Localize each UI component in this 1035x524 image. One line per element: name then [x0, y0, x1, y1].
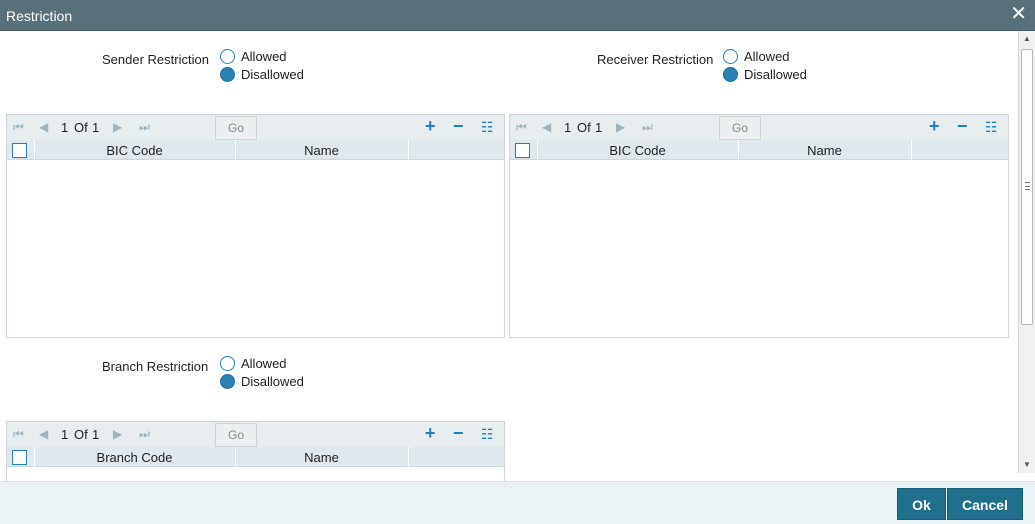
go-button[interactable]: Go — [719, 116, 761, 140]
branch-disallowed-radio[interactable] — [220, 374, 235, 389]
grid-header: Branch Code Name — [7, 447, 504, 467]
branch-restriction-label: Branch Restriction — [102, 359, 209, 374]
scroll-down-icon[interactable]: ▼ — [1019, 457, 1035, 473]
page-of: Of — [577, 120, 591, 135]
receiver-bic-grid: ⏮ ◀ 1 Of 1 ▶ ⏭ Go + − ☷ BIC Code Name — [509, 114, 1009, 338]
last-page-icon[interactable]: ⏭ — [642, 120, 653, 135]
sender-bic-grid: ⏮ ◀ 1 Of 1 ▶ ⏭ Go + − ☷ BIC Code Name — [6, 114, 505, 338]
first-page-icon[interactable]: ⏮ — [13, 120, 24, 135]
vertical-scrollbar[interactable]: ▲ ▼ — [1018, 31, 1035, 473]
prev-page-icon[interactable]: ◀ — [542, 120, 551, 134]
receiver-disallowed-option[interactable]: Disallowed — [723, 67, 807, 82]
grid-toolbar: ⏮ ◀ 1 Of 1 ▶ ⏭ Go + − ☷ — [510, 115, 1008, 140]
first-page-icon[interactable]: ⏮ — [516, 120, 527, 135]
sender-restriction-label: Sender Restriction — [102, 52, 209, 67]
select-all-checkbox[interactable] — [12, 450, 27, 465]
branch-allowed-option[interactable]: Allowed — [220, 356, 287, 371]
select-all-checkbox[interactable] — [515, 143, 530, 158]
receiver-disallowed-radio[interactable] — [723, 67, 738, 82]
column-name[interactable]: Name — [738, 143, 911, 158]
dialog-content: Sender Restriction Allowed Disallowed Re… — [0, 31, 1018, 481]
column-divider — [408, 447, 409, 467]
page-total: 1 — [92, 120, 100, 135]
page-total: 1 — [595, 120, 603, 135]
page-of: Of — [74, 427, 88, 442]
branch-code-grid: ⏮ ◀ 1 Of 1 ▶ ⏭ Go + − ☷ Branch Code Name — [6, 421, 505, 481]
prev-page-icon[interactable]: ◀ — [39, 120, 48, 134]
select-all-checkbox[interactable] — [12, 143, 27, 158]
remove-row-icon[interactable]: − — [453, 423, 464, 444]
ok-button[interactable]: Ok — [897, 488, 946, 520]
sender-allowed-option[interactable]: Allowed — [220, 49, 287, 64]
branch-allowed-radio[interactable] — [220, 356, 235, 371]
sender-allowed-radio[interactable] — [220, 49, 235, 64]
branch-disallowed-label: Disallowed — [241, 374, 304, 389]
title-bar: Restriction ✕ — [0, 0, 1035, 31]
add-row-icon[interactable]: + — [929, 116, 940, 137]
page-current: 1 — [61, 427, 69, 442]
window-title: Restriction — [6, 8, 73, 24]
scrollbar-thumb[interactable] — [1021, 49, 1033, 325]
add-row-icon[interactable]: + — [425, 116, 436, 137]
dialog-footer: Ok Cancel — [0, 481, 1035, 524]
last-page-icon[interactable]: ⏭ — [139, 120, 150, 135]
scroll-up-icon[interactable]: ▲ — [1019, 31, 1035, 47]
next-page-icon[interactable]: ▶ — [113, 427, 122, 441]
column-name[interactable]: Name — [235, 143, 408, 158]
receiver-restriction-label: Receiver Restriction — [597, 52, 714, 67]
sender-allowed-label: Allowed — [241, 49, 287, 64]
remove-row-icon[interactable]: − — [957, 116, 968, 137]
column-divider — [408, 140, 409, 160]
go-button[interactable]: Go — [215, 423, 257, 447]
list-view-icon[interactable]: ☷ — [481, 119, 494, 136]
column-bic-code[interactable]: BIC Code — [537, 143, 738, 158]
remove-row-icon[interactable]: − — [453, 116, 464, 137]
sender-disallowed-option[interactable]: Disallowed — [220, 67, 304, 82]
list-view-icon[interactable]: ☷ — [481, 426, 494, 443]
page-of: Of — [74, 120, 88, 135]
go-button[interactable]: Go — [215, 116, 257, 140]
grid-header: BIC Code Name — [510, 140, 1008, 160]
column-bic-code[interactable]: BIC Code — [34, 143, 235, 158]
last-page-icon[interactable]: ⏭ — [139, 427, 150, 442]
receiver-allowed-label: Allowed — [744, 49, 790, 64]
branch-disallowed-option[interactable]: Disallowed — [220, 374, 304, 389]
cancel-button[interactable]: Cancel — [947, 488, 1023, 520]
first-page-icon[interactable]: ⏮ — [13, 427, 24, 442]
page-total: 1 — [92, 427, 100, 442]
grid-header: BIC Code Name — [7, 140, 504, 160]
column-divider — [911, 140, 912, 160]
list-view-icon[interactable]: ☷ — [985, 119, 998, 136]
receiver-allowed-option[interactable]: Allowed — [723, 49, 790, 64]
receiver-disallowed-label: Disallowed — [744, 67, 807, 82]
sender-disallowed-radio[interactable] — [220, 67, 235, 82]
close-icon[interactable]: ✕ — [1010, 3, 1027, 25]
branch-allowed-label: Allowed — [241, 356, 287, 371]
page-current: 1 — [564, 120, 572, 135]
receiver-allowed-radio[interactable] — [723, 49, 738, 64]
grid-toolbar: ⏮ ◀ 1 Of 1 ▶ ⏭ Go + − ☷ — [7, 115, 504, 140]
column-branch-code[interactable]: Branch Code — [34, 450, 235, 465]
grid-toolbar: ⏮ ◀ 1 Of 1 ▶ ⏭ Go + − ☷ — [7, 422, 504, 447]
prev-page-icon[interactable]: ◀ — [39, 427, 48, 441]
sender-disallowed-label: Disallowed — [241, 67, 304, 82]
column-name[interactable]: Name — [235, 450, 408, 465]
next-page-icon[interactable]: ▶ — [113, 120, 122, 134]
add-row-icon[interactable]: + — [425, 423, 436, 444]
next-page-icon[interactable]: ▶ — [616, 120, 625, 134]
page-current: 1 — [61, 120, 69, 135]
grip-icon — [1025, 182, 1030, 190]
